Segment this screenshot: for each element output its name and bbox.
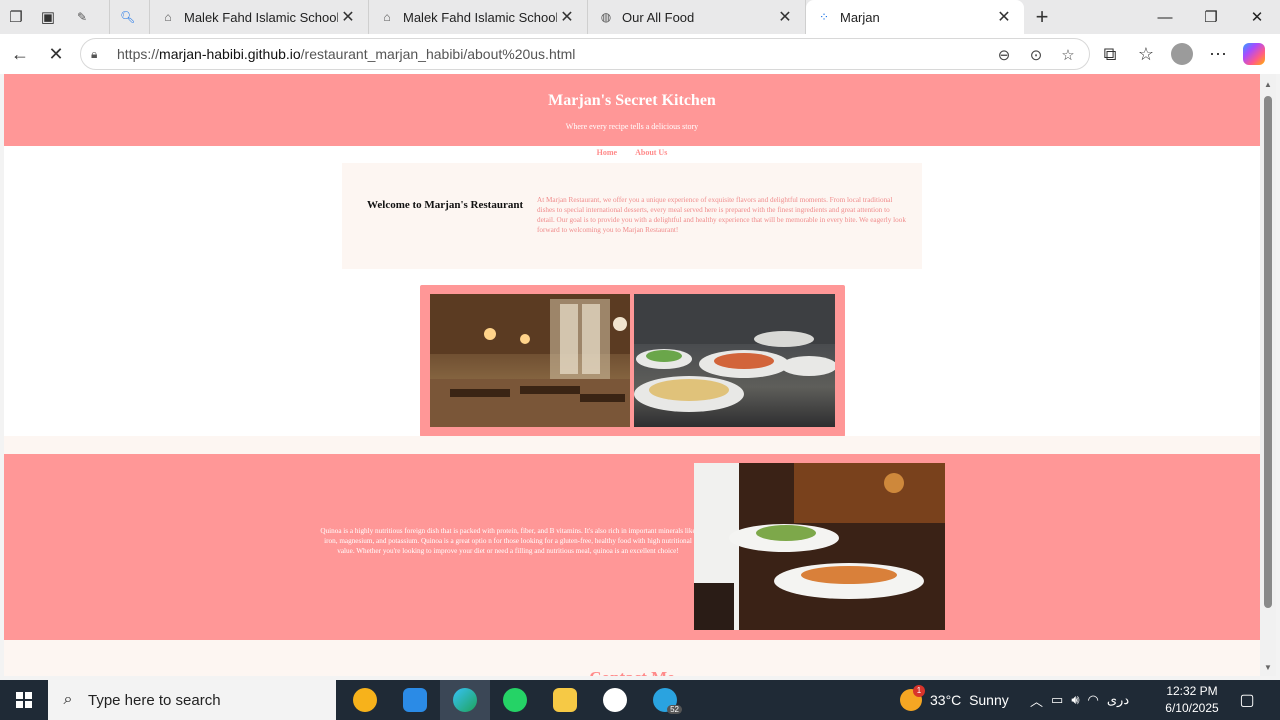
welcome-text: At Marjan Restaurant, we offer you a uni… [537, 196, 906, 234]
image-gallery [420, 285, 845, 437]
close-icon[interactable]: ✕ [775, 7, 795, 27]
window-close-button[interactable]: ✕ [1234, 0, 1280, 34]
site-nav: Home About Us [4, 148, 1260, 157]
start-button[interactable] [0, 680, 48, 720]
weather-condition: Sunny [969, 692, 1009, 708]
search-placeholder: Type here to search [88, 691, 221, 709]
new-tab-button[interactable]: + [1024, 4, 1060, 30]
restaurant-interior-image [430, 294, 630, 427]
tab-label: Marjan [840, 9, 880, 25]
weather-widget[interactable]: 1 33°C Sunny [900, 680, 1009, 720]
tab-label: Malek Fahd Islamic School Enr [403, 9, 557, 25]
language-indicator[interactable]: دری [1107, 692, 1129, 708]
tab-our-all-food[interactable]: ◍ Our All Food ✕ [588, 0, 806, 34]
page-scrollbar[interactable]: ▲ ▼ [1260, 74, 1276, 676]
waiter-serving-image [694, 463, 945, 630]
folder-icon [553, 688, 577, 712]
tab-label: Our All Food [622, 9, 695, 25]
tab-strip: ❐ ▣ ✎ 🔍︎ ⌂ Malek Fahd Islamic School ✕ ⌂… [0, 0, 1280, 34]
taskbar-app-vpn[interactable] [340, 680, 390, 720]
favorite-star-icon[interactable]: ☆ [1055, 46, 1081, 64]
favorites-icon[interactable]: ☆ [1128, 36, 1164, 72]
chevron-up-icon[interactable]: ︿ [1030, 691, 1043, 710]
tab-label: Malek Fahd Islamic School [184, 9, 338, 25]
taskbar-search[interactable]: ⌕ Type here to search [48, 680, 336, 720]
back-button[interactable]: ← [2, 36, 38, 72]
site-tagline: Where every recipe tells a delicious sto… [565, 122, 699, 131]
taskbar-app-whatsapp[interactable] [490, 680, 540, 720]
copilot-icon [1243, 43, 1265, 65]
puzzle-icon: ✎ [76, 10, 88, 24]
wifi-icon[interactable]: ◠ [1088, 692, 1099, 708]
system-clock[interactable]: 12:32 PM 6/10/2025 [1158, 683, 1226, 717]
page-viewport: Marjan's Secret Kitchen Where every reci… [4, 74, 1260, 676]
edge-icon [453, 688, 477, 712]
windows-icon [16, 692, 32, 708]
scroll-down-icon[interactable]: ▼ [1263, 663, 1273, 672]
zoom-icon[interactable]: ⊖ [991, 46, 1017, 64]
globe-icon: ◍ [600, 10, 612, 24]
temperature: 33°C [930, 692, 962, 708]
contact-heading: Contact Me [4, 668, 1260, 676]
school-icon: ⌂ [383, 10, 391, 24]
taskbar-app-edge[interactable] [440, 680, 490, 720]
shield-icon [353, 688, 377, 712]
tab-marjan[interactable]: ⁘ Marjan ✕ [806, 0, 1024, 34]
quinoa-section: Quinoa is a highly nutritious foreign di… [4, 454, 1260, 640]
windows-taskbar: ⌕ Type here to search 52 1 33°C Sunny ︿ … [0, 680, 1280, 720]
browser-toolbar: ← ✕ 🔒︎ https://marjan-habibi.github.io/r… [0, 34, 1280, 74]
taskbar-app-files[interactable] [540, 680, 590, 720]
clock-time: 12:32 PM [1166, 684, 1218, 698]
close-icon[interactable]: ✕ [994, 7, 1014, 27]
quinoa-text: Quinoa is a highly nutritious foreign di… [320, 527, 696, 555]
loading-icon: ⁘ [818, 10, 830, 24]
taskbar-app-telegram[interactable]: 52 [640, 680, 690, 720]
site-info-icon[interactable]: 🔒︎ [91, 47, 109, 62]
avatar [1171, 43, 1193, 65]
scroll-up-icon[interactable]: ▲ [1263, 80, 1273, 89]
tab-actions-icon[interactable]: ▣ [32, 1, 64, 33]
nav-about-link[interactable]: About Us [635, 148, 667, 157]
url-text[interactable]: https://marjan-habibi.github.io/restaura… [117, 46, 575, 62]
nav-home-link[interactable]: Home [597, 148, 617, 157]
notification-badge: 52 [667, 705, 682, 714]
clock-date: 6/10/2025 [1165, 701, 1219, 715]
weather-badge: 1 [913, 685, 925, 697]
close-icon[interactable]: ✕ [557, 7, 577, 27]
restore-button[interactable]: ❐ [1188, 0, 1234, 34]
site-header: Marjan's Secret Kitchen Where every reci… [4, 74, 1260, 146]
volume-icon[interactable]: 🔊︎ [1071, 692, 1079, 708]
search-icon: ⌕ [63, 691, 73, 708]
battery-icon[interactable]: ▭ [1051, 692, 1063, 708]
scrollbar-thumb[interactable] [1264, 96, 1272, 608]
read-aloud-icon[interactable]: ⊙ [1023, 46, 1049, 64]
extensions-icon[interactable]: ⧉ [1092, 36, 1128, 72]
welcome-section: Welcome to Marjan's Restaurant At Marjan… [342, 163, 922, 269]
food-plates-image [634, 294, 835, 427]
notification-center-icon[interactable]: ▢ [1232, 680, 1262, 720]
tab-malek-fahd-1[interactable]: ⌂ Malek Fahd Islamic School ✕ [150, 0, 369, 34]
vscode-icon [403, 688, 427, 712]
tab-malek-fahd-2[interactable]: ⌂ Malek Fahd Islamic School Enr ✕ [369, 0, 588, 34]
welcome-heading: Welcome to Marjan's Restaurant [367, 199, 524, 211]
more-menu-icon[interactable]: ⋯ [1200, 36, 1236, 72]
taskbar-app-vscode[interactable] [390, 680, 440, 720]
minimize-button[interactable]: — [1142, 0, 1188, 34]
address-bar[interactable]: 🔒︎ https://marjan-habibi.github.io/resta… [80, 38, 1090, 70]
copilot-button[interactable] [1236, 36, 1272, 72]
profile-button[interactable] [1164, 36, 1200, 72]
tab-extension[interactable]: ✎ [64, 0, 110, 34]
search-icon: 🔍︎ [120, 10, 136, 24]
sun-icon: 1 [900, 685, 925, 711]
site-title: Marjan's Secret Kitchen [548, 92, 716, 109]
tab-search[interactable]: 🔍︎ [110, 0, 150, 34]
taskbar-app-chatgpt[interactable] [590, 680, 640, 720]
stop-loading-button[interactable]: ✕ [38, 36, 74, 72]
close-icon[interactable]: ✕ [338, 7, 358, 27]
workspaces-icon[interactable]: ❐ [0, 1, 32, 33]
chatgpt-icon [603, 688, 627, 712]
school-icon: ⌂ [164, 10, 172, 24]
whatsapp-icon [503, 688, 527, 712]
divider-band [4, 436, 1260, 454]
